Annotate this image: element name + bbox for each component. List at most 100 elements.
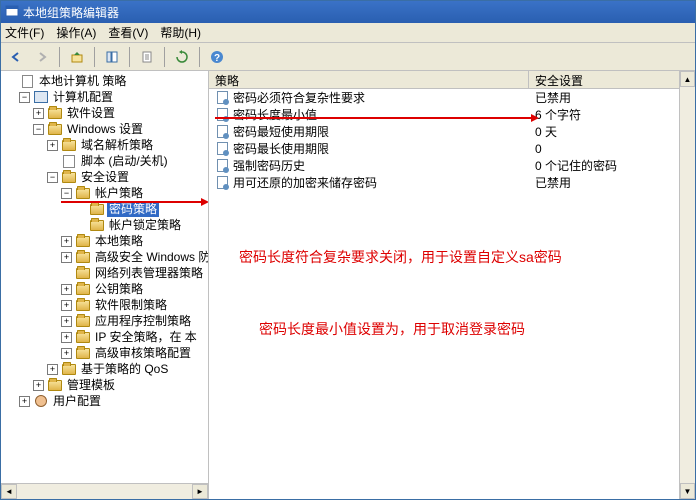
policy-item-icon: [217, 142, 228, 155]
expand-icon[interactable]: +: [61, 284, 72, 295]
expand-icon[interactable]: +: [61, 348, 72, 359]
folder-icon: [76, 348, 90, 359]
annotation-text-1: 密码长度符合复杂要求关闭，用于设置自定义sa密码: [239, 247, 562, 267]
folder-icon: [62, 140, 76, 151]
script-icon: [63, 155, 75, 168]
tree-advanced-audit[interactable]: +高级审核策略配置: [1, 345, 208, 361]
tree-lockout-policy[interactable]: 帐户锁定策略: [1, 217, 208, 233]
folder-icon: [76, 284, 90, 295]
expand-icon[interactable]: +: [47, 364, 58, 375]
window-title: 本地组策略编辑器: [23, 4, 119, 21]
tree-root[interactable]: 本地计算机 策略: [1, 73, 208, 89]
expand-icon[interactable]: +: [33, 108, 44, 119]
menu-action[interactable]: 操作(A): [56, 24, 96, 41]
col-header-policy[interactable]: 策略: [209, 71, 529, 88]
expand-icon[interactable]: +: [61, 316, 72, 327]
titlebar: 本地组策略编辑器: [1, 1, 695, 23]
toolbar-separator: [164, 47, 165, 67]
tree-name-resolution[interactable]: +域名解析策略: [1, 137, 208, 153]
policy-name: 用可还原的加密来储存密码: [233, 174, 377, 191]
tree-public-key[interactable]: +公钥策略: [1, 281, 208, 297]
tree-software-settings[interactable]: +软件设置: [1, 105, 208, 121]
folder-icon: [62, 364, 76, 375]
refresh-button[interactable]: [171, 46, 193, 68]
list-header: 策略 安全设置: [209, 71, 695, 89]
policy-name: 密码长度最小值: [233, 106, 317, 123]
tree-password-policy[interactable]: 密码策略: [1, 201, 208, 217]
content-area: 本地计算机 策略 −计算机配置 +软件设置 −Windows 设置 +域名解析策…: [1, 71, 695, 499]
folder-icon: [90, 220, 104, 231]
tree-account-policy[interactable]: −帐户策略: [1, 185, 208, 201]
collapse-icon[interactable]: −: [19, 92, 30, 103]
policy-name: 密码最短使用期限: [233, 123, 329, 140]
user-icon: [35, 395, 47, 407]
folder-icon: [76, 268, 90, 279]
folder-icon: [76, 188, 90, 199]
scroll-track[interactable]: [17, 484, 192, 499]
list-row[interactable]: 密码最长使用期限 0: [209, 140, 695, 157]
policy-setting: 6 个字符: [535, 106, 581, 123]
scroll-track[interactable]: [680, 87, 695, 483]
tree-scripts[interactable]: 脚本 (启动/关机): [1, 153, 208, 169]
tree-network-list[interactable]: 网络列表管理器策略: [1, 265, 208, 281]
folder-icon: [48, 108, 62, 119]
folder-icon: [76, 332, 90, 343]
list-scrollbar-v[interactable]: ▲ ▼: [679, 71, 695, 499]
computer-icon: [34, 91, 48, 103]
col-header-setting[interactable]: 安全设置: [529, 71, 695, 88]
help-button[interactable]: ?: [206, 46, 228, 68]
scroll-left-icon[interactable]: ◄: [1, 484, 17, 499]
tree-app-control[interactable]: +应用程序控制策略: [1, 313, 208, 329]
expand-icon[interactable]: +: [47, 140, 58, 151]
policy-item-icon: [217, 91, 228, 104]
toolbar-separator: [94, 47, 95, 67]
expand-icon[interactable]: +: [19, 396, 30, 407]
policy-item-icon: [217, 176, 228, 189]
tree-local-policy[interactable]: +本地策略: [1, 233, 208, 249]
tree-software-restriction[interactable]: +软件限制策略: [1, 297, 208, 313]
tree-security-settings[interactable]: −安全设置: [1, 169, 208, 185]
list-row[interactable]: 用可还原的加密来储存密码已禁用: [209, 174, 695, 191]
tree-computer-config[interactable]: −计算机配置: [1, 89, 208, 105]
menu-file[interactable]: 文件(F): [5, 24, 44, 41]
scroll-up-icon[interactable]: ▲: [680, 71, 695, 87]
expand-icon[interactable]: +: [33, 380, 44, 391]
expand-icon[interactable]: +: [61, 252, 72, 263]
list-row[interactable]: 强制密码历史0 个记住的密码: [209, 157, 695, 174]
menu-help[interactable]: 帮助(H): [160, 24, 201, 41]
expand-icon[interactable]: +: [61, 300, 72, 311]
tree-scrollbar-h[interactable]: ◄ ►: [1, 483, 208, 499]
folder-icon: [76, 300, 90, 311]
show-hide-button[interactable]: [101, 46, 123, 68]
nav-tree: 本地计算机 策略 −计算机配置 +软件设置 −Windows 设置 +域名解析策…: [1, 71, 208, 411]
toolbar-separator: [199, 47, 200, 67]
scroll-down-icon[interactable]: ▼: [680, 483, 695, 499]
list-row[interactable]: 密码必须符合复杂性要求已禁用: [209, 89, 695, 106]
tree-user-config[interactable]: +用户配置: [1, 393, 208, 409]
list-row[interactable]: 密码最短使用期限 0 天: [209, 123, 695, 140]
export-button[interactable]: [136, 46, 158, 68]
toolbar: ?: [1, 43, 695, 71]
tree-windows-settings[interactable]: −Windows 设置: [1, 121, 208, 137]
folder-icon: [90, 204, 104, 215]
tree-policy-qos[interactable]: +基于策略的 QoS: [1, 361, 208, 377]
back-button[interactable]: [5, 46, 27, 68]
menu-view[interactable]: 查看(V): [108, 24, 148, 41]
tree-admin-templates[interactable]: +管理模板: [1, 377, 208, 393]
collapse-icon[interactable]: −: [61, 188, 72, 199]
up-button[interactable]: [66, 46, 88, 68]
policy-setting: 0 天: [535, 123, 557, 140]
expand-icon[interactable]: +: [61, 332, 72, 343]
expand-icon[interactable]: +: [61, 236, 72, 247]
policy-setting: 0: [535, 142, 542, 156]
list-row[interactable]: 密码长度最小值 6 个字符: [209, 106, 695, 123]
scroll-right-icon[interactable]: ►: [192, 484, 208, 499]
svg-text:?: ?: [214, 53, 220, 64]
collapse-icon[interactable]: −: [47, 172, 58, 183]
policy-name: 密码最长使用期限: [233, 140, 329, 157]
tree-advanced-security[interactable]: +高级安全 Windows 防: [1, 249, 208, 265]
policy-name: 强制密码历史: [233, 157, 305, 174]
collapse-icon[interactable]: −: [33, 124, 44, 135]
tree-ip-security[interactable]: +IP 安全策略，在 本: [1, 329, 208, 345]
forward-button[interactable]: [31, 46, 53, 68]
